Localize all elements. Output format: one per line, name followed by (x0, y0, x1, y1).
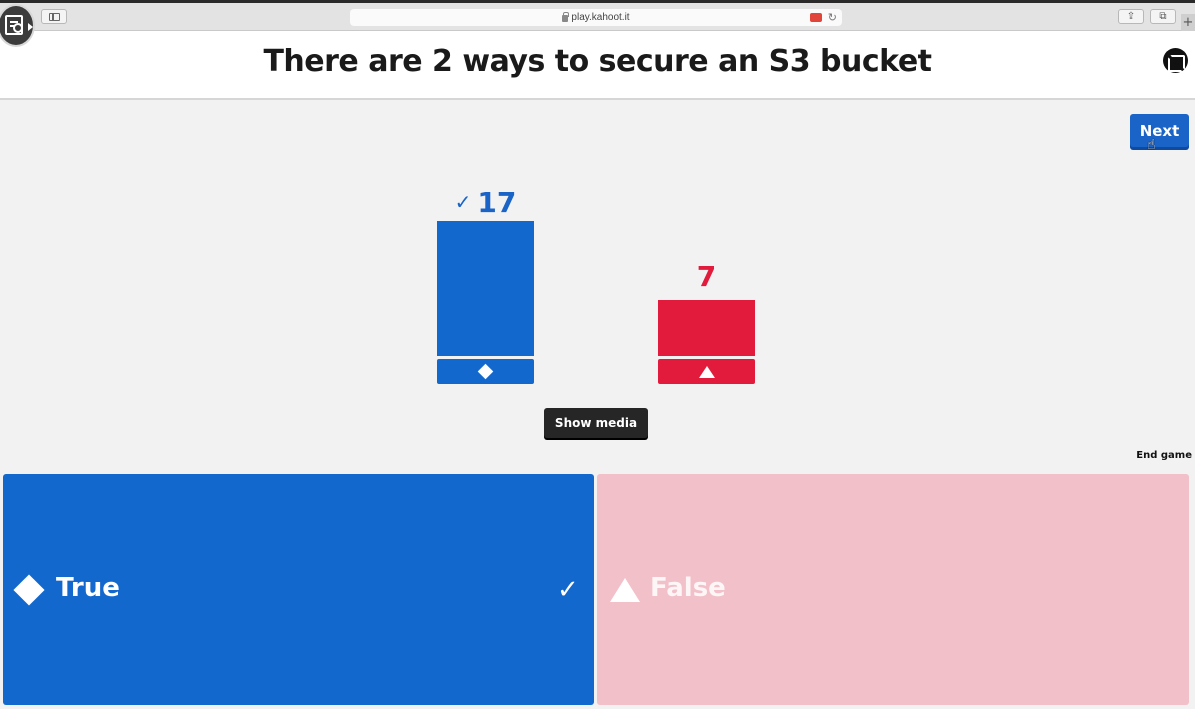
result-bar-true (437, 221, 534, 356)
share-button[interactable]: ⇪ (1118, 9, 1144, 24)
sidebar-toggle-button[interactable] (41, 9, 67, 24)
answer-label-true: True (56, 573, 120, 603)
pointer-cursor-icon: ☝ (1147, 137, 1156, 153)
true-count-label: ✓ 17 (437, 186, 534, 219)
extension-icon[interactable] (810, 13, 822, 22)
show-media-button[interactable]: Show media (544, 408, 648, 438)
diamond-icon (13, 574, 45, 606)
triangle-icon (698, 365, 715, 378)
reload-icon[interactable]: ↻ (828, 11, 837, 24)
tabs-icon: ⧉ (1159, 11, 1167, 22)
address-bar[interactable]: play.kahoot.it ↻ (350, 9, 842, 26)
answer-label-false: False (650, 573, 726, 603)
answer-tile-true: True ✓ (3, 474, 594, 705)
true-count-value: 17 (477, 186, 517, 219)
check-icon: ✓ (557, 575, 579, 605)
tabs-overview-button[interactable]: ⧉ (1150, 9, 1176, 24)
lock-icon (562, 12, 570, 22)
share-icon: ⇪ (1126, 11, 1136, 22)
result-bar-true-base (437, 359, 534, 384)
end-game-link[interactable]: End game (1130, 450, 1192, 461)
url-text: play.kahoot.it (571, 12, 630, 23)
sidebar-icon (49, 13, 60, 21)
triangle-icon (610, 578, 640, 602)
result-bar-false (658, 300, 755, 356)
correct-check-icon: ✓ (454, 190, 472, 214)
question-header: There are 2 ways to secure an S3 bucket (0, 31, 1195, 100)
question-title: There are 2 ways to secure an S3 bucket (263, 44, 932, 79)
answer-tile-false: False (597, 474, 1189, 705)
result-bar-false-base (658, 359, 755, 384)
browser-toolbar: play.kahoot.it ↻ ⇪ ⧉ + (0, 0, 1195, 34)
fullscreen-icon[interactable] (1163, 48, 1188, 73)
diamond-icon (477, 363, 494, 380)
false-count-label: 7 (658, 260, 755, 293)
false-count-value: 7 (696, 260, 717, 293)
magnifier-icon (13, 23, 23, 33)
next-button[interactable]: Next (1130, 114, 1189, 147)
expand-arrow-icon (28, 23, 33, 31)
